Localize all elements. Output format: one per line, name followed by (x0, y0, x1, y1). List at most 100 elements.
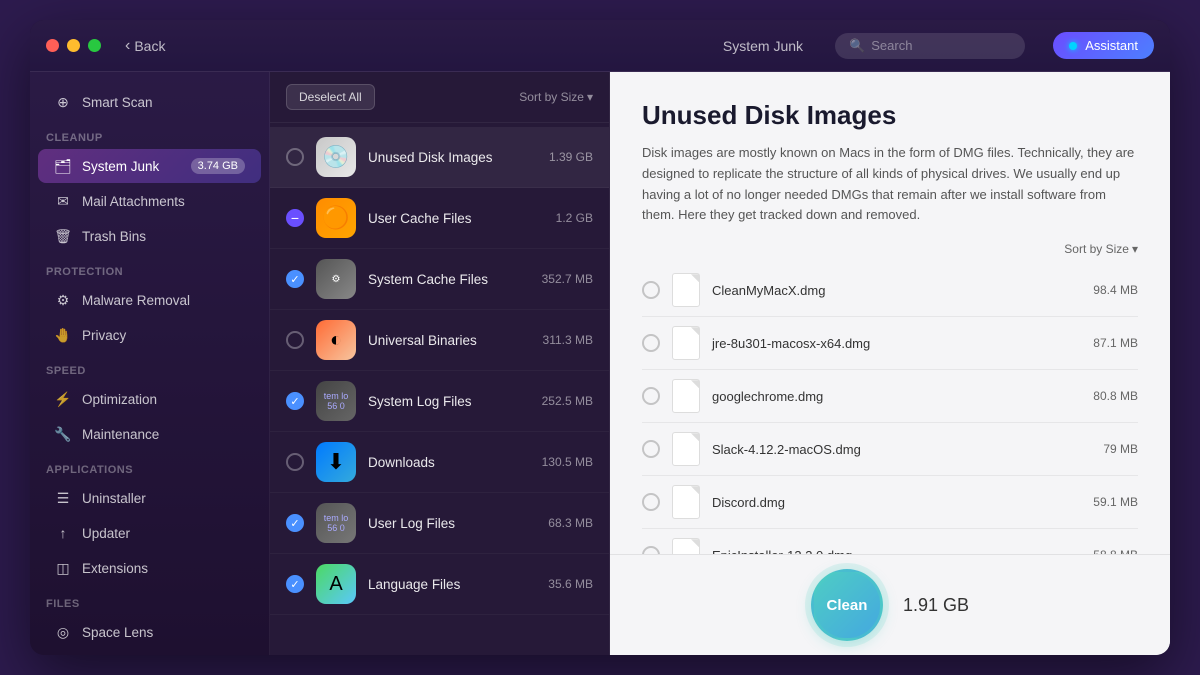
detail-sort-label: Sort by Size (1064, 242, 1129, 256)
maximize-button[interactable] (88, 39, 101, 52)
item-size: 1.39 GB (549, 150, 593, 164)
assistant-button[interactable]: Assistant (1053, 32, 1154, 59)
detail-file-row[interactable]: Discord.dmg 59.1 MB (642, 476, 1138, 529)
sidebar-item-large-old-files[interactable]: ⬜ Large & Old Files (38, 650, 261, 655)
updater-icon: ↑ (54, 524, 72, 542)
clean-button[interactable]: Clean (811, 569, 883, 641)
item-size: 1.2 GB (556, 211, 593, 225)
list-item[interactable]: A Language Files 35.6 MB (270, 554, 609, 615)
middle-panel: Deselect All Sort by Size ▾ 💿 Unused Dis… (270, 72, 610, 655)
maintenance-label: Maintenance (82, 427, 159, 442)
detail-sort-row: Sort by Size ▾ (642, 242, 1138, 256)
file-checkbox[interactable] (642, 440, 660, 458)
detail-sort-chevron-icon: ▾ (1132, 242, 1138, 256)
sidebar-item-uninstaller[interactable]: ☰ Uninstaller (38, 481, 261, 515)
list-item[interactable]: ◐ Universal Binaries 311.3 MB (270, 310, 609, 371)
item-checkbox-user-cache[interactable] (286, 209, 304, 227)
system-junk-badge: 3.74 GB (191, 158, 245, 174)
detail-file-row[interactable]: CleanMyMacX.dmg 98.4 MB (642, 264, 1138, 317)
middle-sort-button[interactable]: Sort by Size ▾ (519, 90, 593, 104)
list-item[interactable]: 💿 Unused Disk Images 1.39 GB (270, 127, 609, 188)
file-checkbox[interactable] (642, 546, 660, 554)
sidebar-item-extensions[interactable]: ◫ Extensions (38, 551, 261, 585)
app-window: ‹ Back System Junk 🔍 Assistant ⊕ Smart S… (30, 20, 1170, 655)
extensions-label: Extensions (82, 561, 148, 576)
detail-title: Unused Disk Images (642, 100, 1138, 131)
detail-sort-button[interactable]: Sort by Size ▾ (1064, 242, 1138, 256)
item-checkbox-syslog[interactable] (286, 392, 304, 410)
list-item[interactable]: tem lo56 0 System Log Files 252.5 MB (270, 371, 609, 432)
sidebar-system-junk-label: System Junk (82, 159, 159, 174)
uninstaller-icon: ☰ (54, 489, 72, 507)
file-checkbox[interactable] (642, 281, 660, 299)
user-log-icon: tem lo56 0 (316, 503, 356, 543)
detail-file-list: CleanMyMacX.dmg 98.4 MB jre-8u301-macosx… (642, 264, 1138, 554)
smart-scan-icon: ⊕ (54, 93, 72, 111)
filesize: 59.1 MB (1093, 495, 1138, 509)
item-size: 252.5 MB (542, 394, 593, 408)
current-section-label: System Junk (723, 38, 803, 54)
sidebar-item-trash-bins[interactable]: 🗑 Trash Bins (38, 219, 261, 253)
section-label-files: Files (30, 586, 269, 614)
sidebar-item-updater[interactable]: ↑ Updater (38, 516, 261, 550)
search-input[interactable] (871, 38, 1011, 53)
sidebar-item-optimization[interactable]: ⚡ Optimization (38, 382, 261, 416)
filename: CleanMyMacX.dmg (712, 283, 1081, 298)
item-checkbox-sys-cache[interactable] (286, 270, 304, 288)
updater-label: Updater (82, 526, 130, 541)
middle-sort-chevron-icon: ▾ (587, 90, 593, 104)
sidebar-item-privacy[interactable]: 🤚 Privacy (38, 318, 261, 352)
list-item[interactable]: 🟠 User Cache Files 1.2 GB (270, 188, 609, 249)
universal-binaries-icon: ◐ (316, 320, 356, 360)
sidebar-item-maintenance[interactable]: 🔧 Maintenance (38, 417, 261, 451)
item-size: 311.3 MB (543, 333, 593, 347)
filesize: 87.1 MB (1093, 336, 1138, 350)
filesize: 98.4 MB (1093, 283, 1138, 297)
sidebar-item-space-lens[interactable]: ◎ Space Lens (38, 615, 261, 649)
item-checkbox-downloads[interactable] (286, 453, 304, 471)
filename: googlechrome.dmg (712, 389, 1081, 404)
detail-panel: Unused Disk Images Disk images are mostl… (610, 72, 1170, 655)
sidebar-item-system-junk[interactable]: 🗂 System Junk 3.74 GB (38, 149, 261, 183)
assistant-label: Assistant (1085, 38, 1138, 53)
item-checkbox-userlog[interactable] (286, 514, 304, 532)
close-button[interactable] (46, 39, 59, 52)
minimize-button[interactable] (67, 39, 80, 52)
item-checkbox-unused-disk[interactable] (286, 148, 304, 166)
filename: Slack-4.12.2-macOS.dmg (712, 442, 1091, 457)
item-name: Unused Disk Images (368, 150, 493, 165)
extensions-icon: ◫ (54, 559, 72, 577)
title-bar-content: ‹ Back System Junk 🔍 Assistant (117, 32, 1154, 59)
item-name: Downloads (368, 455, 435, 470)
file-checkbox[interactable] (642, 334, 660, 352)
back-button[interactable]: ‹ Back (117, 33, 173, 59)
trash-icon: 🗑 (54, 227, 72, 245)
privacy-icon: 🤚 (54, 326, 72, 344)
deselect-all-button[interactable]: Deselect All (286, 84, 375, 110)
file-checkbox[interactable] (642, 387, 660, 405)
item-checkbox-language[interactable] (286, 575, 304, 593)
section-label-applications: Applications (30, 452, 269, 480)
list-item[interactable]: tem lo56 0 User Log Files 68.3 MB (270, 493, 609, 554)
file-icon (672, 485, 700, 519)
middle-sort-label: Sort by Size (519, 90, 584, 104)
sidebar-item-mail-attachments[interactable]: ✉ Mail Attachments (38, 184, 261, 218)
file-icon (672, 273, 700, 307)
item-checkbox-universal[interactable] (286, 331, 304, 349)
file-icon (672, 538, 700, 554)
mail-icon: ✉ (54, 192, 72, 210)
detail-file-row[interactable]: EpicInstaller-13.3.0.dmg 58.8 MB (642, 529, 1138, 554)
detail-file-row[interactable]: jre-8u301-macosx-x64.dmg 87.1 MB (642, 317, 1138, 370)
file-checkbox[interactable] (642, 493, 660, 511)
middle-list: 💿 Unused Disk Images 1.39 GB 🟠 User Cach… (270, 123, 609, 655)
optimization-label: Optimization (82, 392, 157, 407)
list-item[interactable]: ⚙ System Cache Files 352.7 MB (270, 249, 609, 310)
detail-file-row[interactable]: Slack-4.12.2-macOS.dmg 79 MB (642, 423, 1138, 476)
sidebar-item-malware-removal[interactable]: ⚙ Malware Removal (38, 283, 261, 317)
list-item[interactable]: ⬇ Downloads 130.5 MB (270, 432, 609, 493)
search-bar[interactable]: 🔍 (835, 33, 1025, 59)
detail-bottom-bar: Clean 1.91 GB (610, 554, 1170, 655)
user-cache-icon: 🟠 (316, 198, 356, 238)
sidebar-item-smart-scan[interactable]: ⊕ Smart Scan (38, 85, 261, 119)
detail-file-row[interactable]: googlechrome.dmg 80.8 MB (642, 370, 1138, 423)
